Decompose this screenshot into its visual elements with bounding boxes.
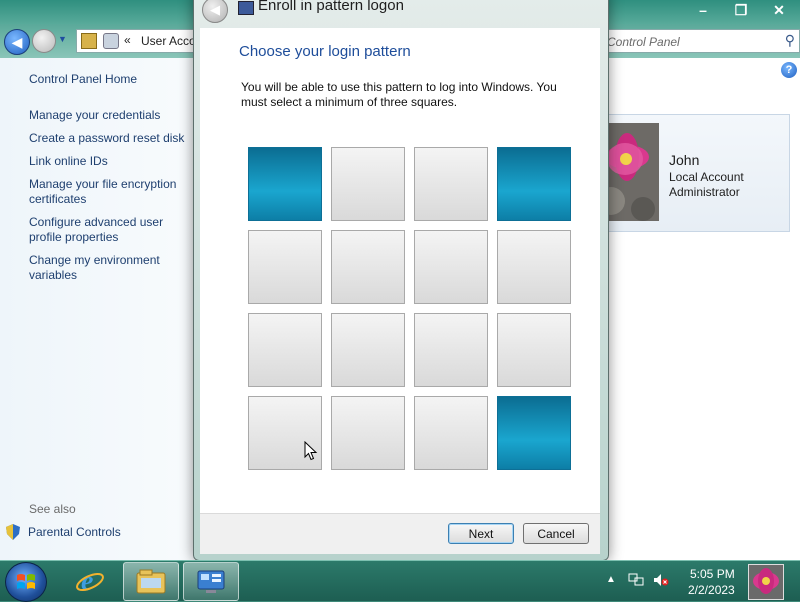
control-panel-home-link[interactable]: Control Panel Home [29,72,189,87]
account-role: Administrator [669,185,740,199]
enroll-pattern-dialog: ◀ Enroll in pattern logon Choose your lo… [193,0,609,561]
create-reset-disk-link[interactable]: Create a password reset disk [29,131,189,146]
help-icon[interactable]: ? [781,62,797,78]
dialog-title: Enroll in pattern logon [258,0,404,14]
control-panel-icon [197,570,225,593]
pattern-square-r3-c2[interactable] [331,313,405,387]
pattern-square-r1-c4[interactable] [497,147,571,221]
user-name: John [669,152,700,168]
flower-avatar-icon [749,565,783,599]
svg-text:e: e [81,566,93,596]
pattern-square-r2-c1[interactable] [248,230,322,304]
pattern-square-r3-c3[interactable] [414,313,488,387]
explorer-taskbar-item[interactable] [123,562,179,601]
breadcrumb-overflow[interactable]: « [124,33,131,47]
cancel-button[interactable]: Cancel [523,523,589,544]
account-type: Local Account [669,170,744,184]
dialog-heading: Choose your login pattern [239,43,411,60]
pattern-square-r4-c2[interactable] [331,396,405,470]
taskbar: e ▲ 5:05 PM 2/2/2023 [0,560,800,602]
dialog-description: You will be able to use this pattern to … [241,80,557,109]
forward-button[interactable] [32,29,56,53]
back-button[interactable]: ◀ [4,29,30,55]
pattern-square-r2-c2[interactable] [331,230,405,304]
windows-logo-icon [17,574,35,589]
volume-muted-icon[interactable] [653,573,669,587]
user-accounts-icon [103,33,119,49]
pattern-square-r2-c4[interactable] [497,230,571,304]
parental-controls-link[interactable]: Parental Controls [28,525,121,539]
environment-variables-link[interactable]: Change my environment variables [29,253,189,283]
window-buttons: – ❐ ✕ [680,0,794,20]
pattern-grid [248,147,580,479]
search-input[interactable]: Control Panel [607,35,680,49]
internet-explorer-icon: e [76,566,104,596]
user-account-card: John Local Account Administrator [596,114,790,232]
dialog-app-icon [238,1,254,15]
internet-explorer-taskbar-item[interactable]: e [63,562,117,599]
restore-button[interactable]: ❐ [726,0,756,20]
task-links: Control Panel Home Manage your credentia… [29,72,189,291]
folder-up-icon[interactable] [81,33,97,49]
next-button[interactable]: Next [448,523,514,544]
dialog-footer: Next Cancel [200,513,600,554]
parental-controls-item[interactable]: Parental Controls [6,524,121,540]
close-button[interactable]: ✕ [764,0,794,20]
mouse-cursor-icon [304,441,318,461]
shield-icon [6,524,20,540]
dialog-back-button[interactable]: ◀ [202,0,228,23]
pattern-square-r1-c1[interactable] [248,147,322,221]
pattern-square-r3-c4[interactable] [497,313,571,387]
pattern-square-r3-c1[interactable] [248,313,322,387]
network-icon[interactable] [628,573,644,587]
left-navigation-pane: Control Panel Home Manage your credentia… [0,58,194,560]
clock-date[interactable]: 2/2/2023 [688,583,735,597]
file-encryption-link[interactable]: Manage your file encryption certificates [29,177,189,207]
minimize-button[interactable]: – [688,0,718,20]
link-online-ids-link[interactable]: Link online IDs [29,154,189,169]
recent-pages-dropdown-icon[interactable]: ▼ [58,34,67,44]
control-panel-taskbar-item[interactable] [183,562,239,601]
manage-credentials-link[interactable]: Manage your credentials [29,108,189,123]
pattern-square-r1-c2[interactable] [331,147,405,221]
pattern-square-r4-c3[interactable] [414,396,488,470]
show-hidden-icons-button[interactable]: ▲ [606,574,616,585]
search-icon[interactable]: ⚲ [785,32,795,49]
see-also-heading: See also [29,502,76,516]
pattern-square-r1-c3[interactable] [414,147,488,221]
clock-time[interactable]: 5:05 PM [690,567,735,581]
user-tile-avatar[interactable] [748,564,784,600]
folder-icon [136,569,166,593]
advanced-profile-link[interactable]: Configure advanced user profile properti… [29,215,189,245]
pattern-square-r4-c4[interactable] [497,396,571,470]
dialog-content: Choose your login pattern You will be ab… [200,28,600,513]
start-button[interactable] [5,562,47,602]
pattern-square-r2-c3[interactable] [414,230,488,304]
